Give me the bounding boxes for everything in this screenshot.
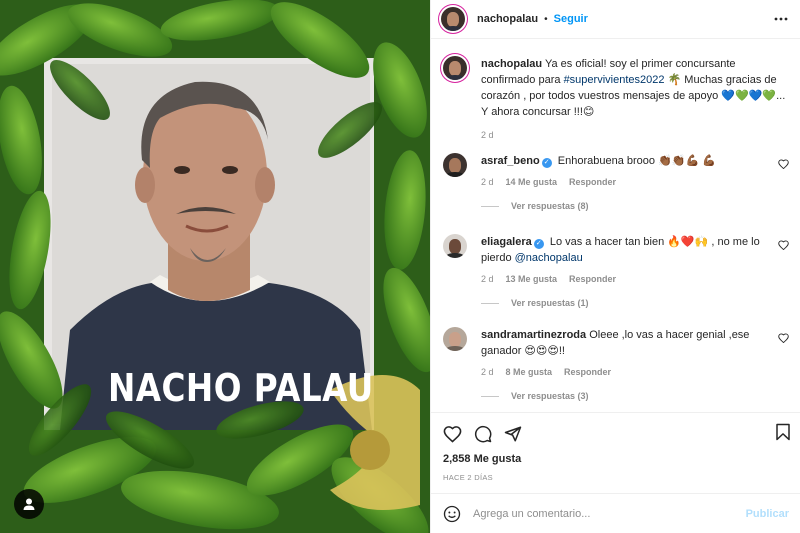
comment-item: sandramartinezroda Oleee ,lo vas a hacer… [443,327,789,401]
heart-icon[interactable] [778,333,789,343]
caption-hashtag[interactable]: #supervivientes2022 [564,74,665,86]
avatar[interactable] [443,234,467,258]
comment-item: eliagalera ✓ Lo vas a hacer tan bien 🔥❤️🙌… [443,234,789,308]
post-timestamp[interactable]: HACE 2 DÍAS [443,473,789,482]
separator-dot: • [544,13,548,25]
view-replies-label: Ver respuestas (8) [511,201,589,211]
post-header: nachopalau • Seguir [431,0,800,39]
comment-mention[interactable]: @nachopalau [515,252,583,264]
comment-username[interactable]: sandramartinezroda [481,329,586,341]
post-dialog: NACHO PALAU nachopalau • Seguir nachopal… [0,0,800,533]
comment-input[interactable] [473,507,746,520]
reply-button[interactable]: Responder [569,177,616,187]
comments-list[interactable]: nachopalau Ya es oficial! soy el primer … [431,40,800,412]
comment-likes[interactable]: 14 Me gusta [506,177,558,187]
comment-username[interactable]: asraf_beno [481,155,540,167]
heart-icon[interactable] [778,240,789,250]
user-icon [23,498,35,510]
avatar[interactable] [443,56,467,80]
jungle-photo [0,0,430,533]
post-image[interactable]: NACHO PALAU [0,0,430,533]
comment-item: asraf_beno ✓ Enhorabuena brooo 👏🏾👏🏾💪🏾 💪🏾 … [443,153,789,211]
like-heart-icon[interactable] [443,425,462,443]
comment-time[interactable]: 2 d [481,177,494,187]
user-tag-button[interactable] [14,489,44,519]
comment-likes[interactable]: 8 Me gusta [506,367,553,377]
add-comment-bar: Publicar [431,493,800,533]
view-replies-button[interactable]: Ver respuestas (1) [481,298,789,308]
photo-title-text: NACHO PALAU [108,366,374,410]
follow-button[interactable]: Seguir [554,13,588,25]
post-side-panel: nachopalau • Seguir nachopalau Ya es ofi… [430,0,800,533]
avatar[interactable] [443,153,467,177]
caption: nachopalau Ya es oficial! soy el primer … [443,56,789,140]
avatar[interactable] [443,327,467,351]
verified-badge-icon: ✓ [541,158,552,168]
caption-time[interactable]: 2 d [481,130,494,140]
post-actions: 2,858 Me gusta HACE 2 DÍAS [431,412,800,482]
comment-text: Enhorabuena brooo 👏🏾👏🏾💪🏾 💪🏾 [557,155,716,167]
view-replies-button[interactable]: Ver respuestas (3) [481,391,789,401]
view-replies-button[interactable]: Ver respuestas (8) [481,201,789,211]
view-replies-label: Ver respuestas (1) [511,298,589,308]
comment-time[interactable]: 2 d [481,274,494,284]
caption-username[interactable]: nachopalau [481,58,542,70]
emoji-icon[interactable] [443,505,461,523]
comment-icon[interactable] [474,425,492,443]
avatar[interactable] [441,7,465,31]
view-replies-label: Ver respuestas (3) [511,391,589,401]
publish-button[interactable]: Publicar [746,508,789,520]
likes-count[interactable]: 2,858 Me gusta [443,453,789,465]
comment-likes[interactable]: 13 Me gusta [506,274,558,284]
comment-username[interactable]: eliagalera [481,236,532,248]
comment-time[interactable]: 2 d [481,367,494,377]
header-username[interactable]: nachopalau [477,13,538,25]
heart-icon[interactable] [778,159,789,169]
reply-button[interactable]: Responder [569,274,616,284]
verified-badge-icon: ✓ [533,239,544,249]
bookmark-icon[interactable] [775,423,791,441]
share-icon[interactable] [504,425,522,443]
ellipsis-icon[interactable] [774,12,788,26]
reply-button[interactable]: Responder [564,367,611,377]
